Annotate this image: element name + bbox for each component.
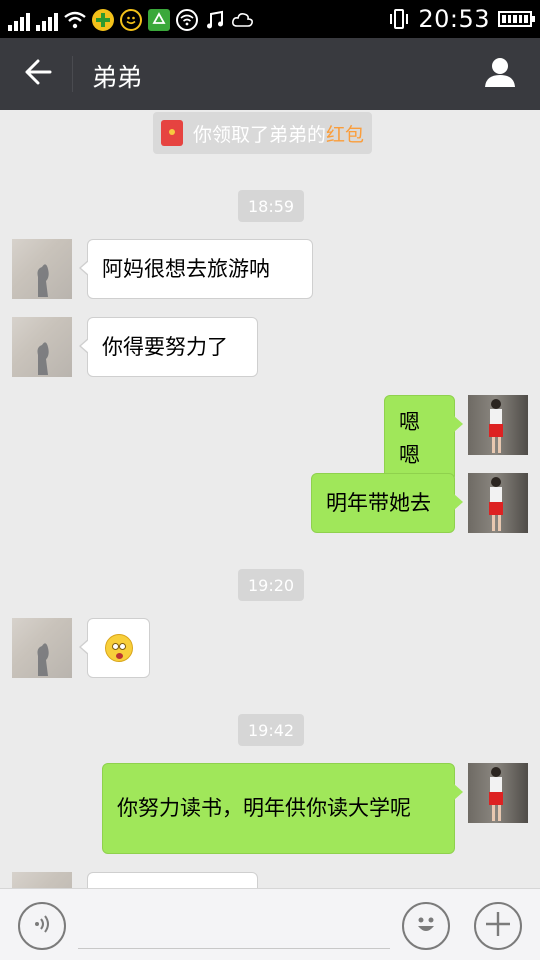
music-icon (204, 9, 226, 31)
message-bubble-outgoing[interactable]: 嗯嗯 (384, 395, 463, 483)
signal-2-icon (36, 11, 58, 31)
my-avatar[interactable] (468, 473, 528, 533)
contact-avatar[interactable] (12, 618, 72, 678)
emoji-icon (411, 909, 441, 943)
message-bubble-outgoing[interactable]: 明年带她去 (311, 473, 463, 533)
message-bubble-incoming[interactable] (87, 872, 258, 888)
status-icons-right: 20:53 (388, 5, 535, 33)
battery-icon (498, 11, 535, 27)
wifi-hotspot-icon (176, 9, 198, 31)
chat-info-button[interactable] (478, 52, 522, 96)
message-text: 明年带她去 (326, 490, 431, 515)
contact-avatar[interactable] (12, 239, 72, 299)
message-input[interactable] (78, 903, 390, 949)
voice-button[interactable] (18, 902, 66, 950)
voice-icon (31, 913, 53, 939)
more-button[interactable] (474, 902, 522, 950)
back-arrow-icon (24, 59, 52, 89)
emoji-button[interactable] (402, 902, 450, 950)
page-title: 弟弟 (92, 63, 143, 92)
wifi-icon (64, 9, 86, 31)
status-icons-left (8, 7, 254, 31)
message-list[interactable]: 你领取了弟弟的红包 18:59 阿妈很想去旅游呐 你得要努力了 嗯嗯 明年带她去… (0, 110, 540, 888)
red-packet-link[interactable]: 红包 (326, 124, 364, 146)
timestamp: 19:20 (238, 569, 305, 601)
red-packet-notice[interactable]: 你领取了弟弟的红包 (153, 112, 373, 154)
plus-icon (484, 910, 512, 942)
my-avatar[interactable] (468, 763, 528, 823)
contact-avatar[interactable] (12, 317, 72, 377)
smiley-app-icon (120, 9, 142, 31)
message-text: 嗯嗯 (399, 410, 420, 467)
notice-text: 你领取了弟弟的红包 (193, 123, 365, 146)
back-button[interactable] (16, 52, 60, 96)
cloud-icon (232, 9, 254, 31)
recycle-app-icon (148, 9, 170, 31)
message-bubble-incoming[interactable]: 阿妈很想去旅游呐 (79, 239, 313, 299)
timestamp: 18:59 (238, 190, 305, 222)
header-divider (72, 56, 73, 92)
message-text: 你努力读书，明年供你读大学呢 (117, 796, 411, 821)
message-text: 阿妈很想去旅游呐 (102, 256, 270, 281)
red-packet-icon (161, 120, 183, 146)
dizzy-face-emoji-icon (104, 634, 133, 662)
chat-header: 弟弟 (0, 38, 540, 110)
message-bubble-outgoing[interactable]: 你努力读书，明年供你读大学呢 (102, 763, 463, 854)
clock: 20:53 (418, 5, 490, 33)
input-bar (0, 888, 540, 960)
timestamp: 19:42 (238, 714, 305, 746)
contact-avatar[interactable] (12, 872, 72, 888)
signal-1-icon (8, 11, 30, 31)
message-text: 你得要努力了 (102, 334, 228, 359)
message-bubble-incoming[interactable] (79, 618, 150, 678)
vibrate-icon (388, 8, 410, 30)
my-avatar[interactable] (468, 395, 528, 455)
security-app-icon (92, 9, 114, 31)
status-bar: 20:53 (0, 0, 540, 38)
user-icon (484, 56, 516, 92)
message-bubble-incoming[interactable]: 你得要努力了 (79, 317, 258, 377)
